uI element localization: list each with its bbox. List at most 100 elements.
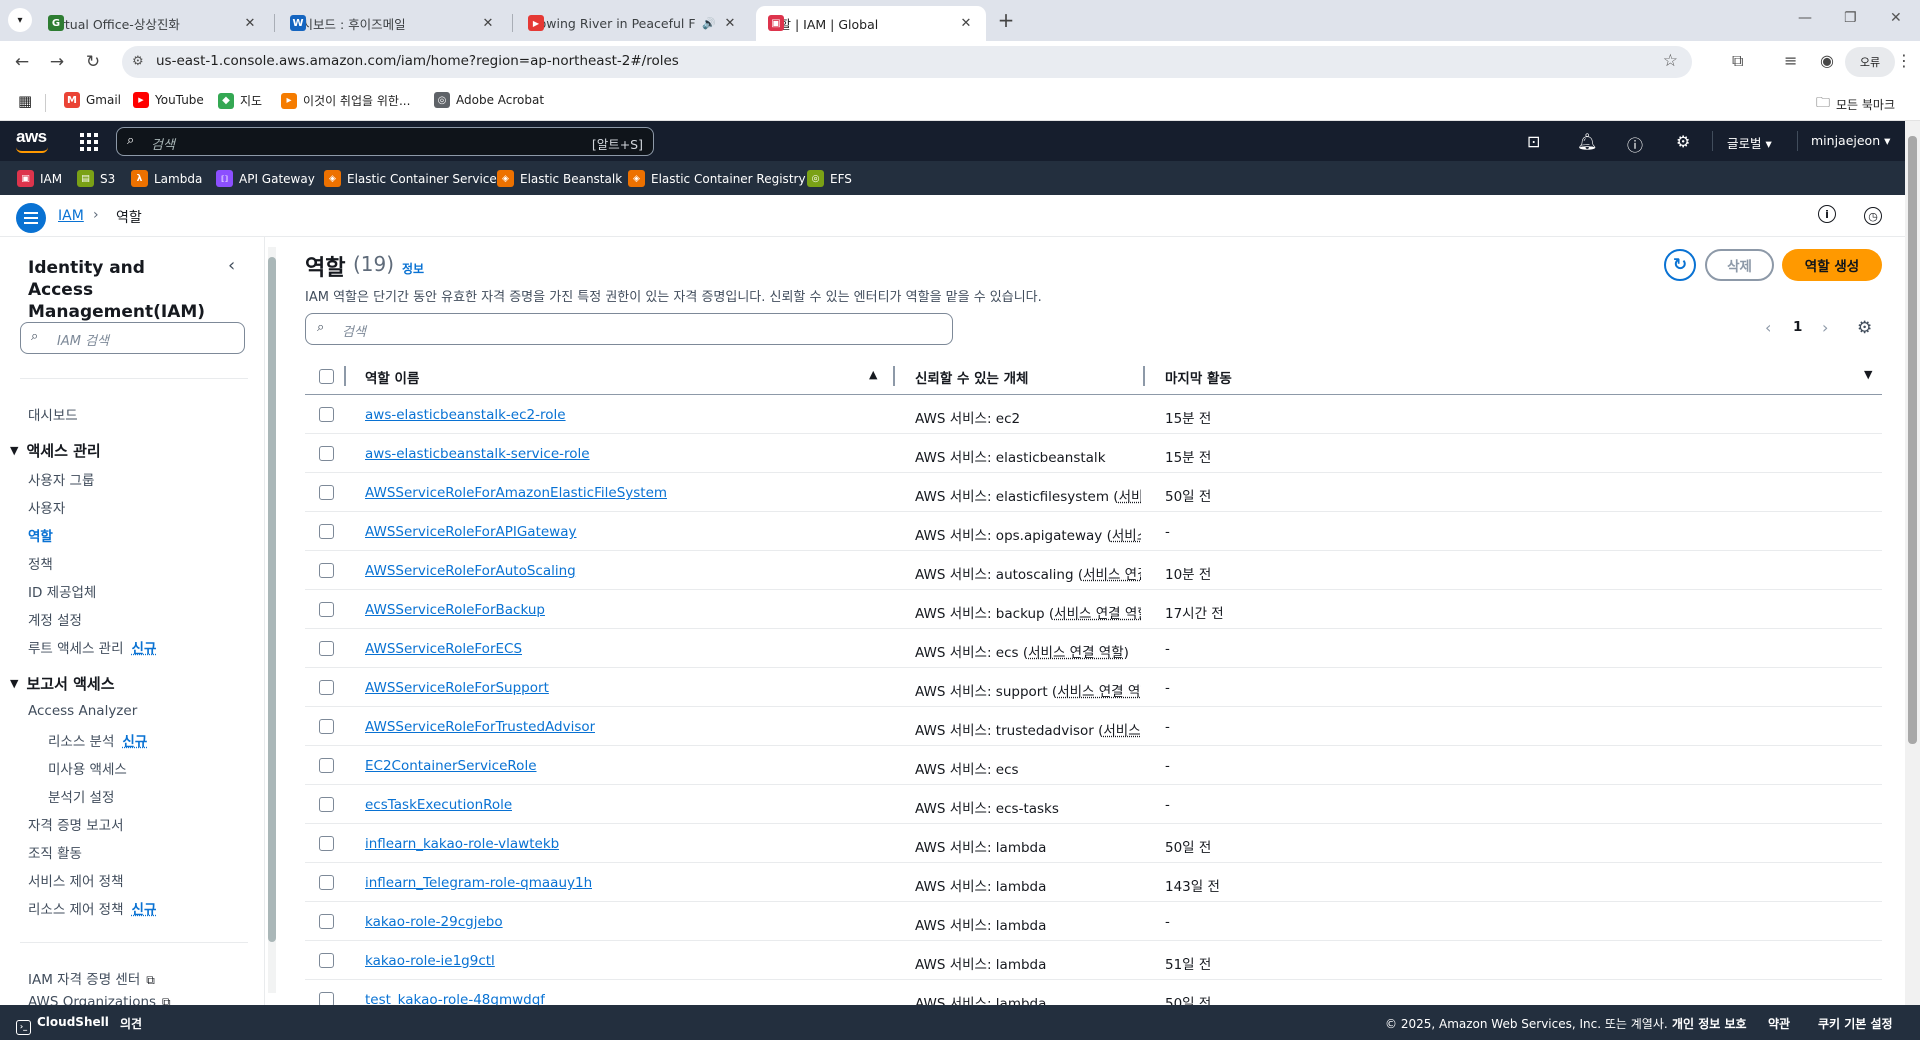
sidebar-section-access[interactable]: ▼ 액세스 관리 [10,440,101,461]
services-grid-icon[interactable] [80,133,98,151]
cloudshell-icon[interactable]: ⊡ [1527,132,1540,151]
bookmark-youtube[interactable]: ▶ YouTube [133,92,204,108]
sidebar-item-rcp[interactable]: 리소스 제어 정책 신규 [28,898,156,918]
aws-logo[interactable]: aws [16,127,47,147]
sidebar-item-organizations[interactable]: AWS Organizations ⧉ [28,994,171,1005]
recent-activity-icon[interactable]: ◷ [1864,207,1882,225]
breadcrumb-iam-link[interactable]: IAM [58,208,84,224]
tab-search-dropdown-icon[interactable]: ▾ [8,8,32,32]
favorite-beanstalk[interactable]: ◈ Elastic Beanstalk [497,170,622,187]
roles-search-input[interactable]: ⌕ 검색 [305,313,953,345]
favorite-iam[interactable]: ▣ IAM [17,170,62,187]
favorite-s3[interactable]: ▤ S3 [77,170,115,187]
sidebar-item-root-access[interactable]: 루트 액세스 관리 신규 [28,637,156,657]
row-checkbox[interactable] [319,836,334,851]
tab-close-icon[interactable]: ✕ [480,16,496,32]
window-close-icon[interactable]: ✕ [1890,10,1902,26]
table-preferences-icon[interactable]: ⚙ [1857,318,1872,338]
all-bookmarks[interactable]: 🗀 모든 북마크 [1816,92,1895,116]
back-icon[interactable]: ← [11,51,33,73]
row-checkbox[interactable] [319,485,334,500]
column-header-trusted-entity[interactable]: 신뢰할 수 있는 개체 [915,367,1028,387]
media-icon[interactable]: ≡ [1784,51,1797,70]
favorite-efs[interactable]: ◎ EFS [807,170,852,187]
row-checkbox[interactable] [319,407,334,422]
bookmark-star-icon[interactable]: ☆ [1663,51,1678,71]
role-name-link[interactable]: AWSServiceRoleForAmazonElasticFileSystem [365,485,667,501]
role-name-link[interactable]: AWSServiceRoleForECS [365,641,522,657]
column-header-role-name[interactable]: 역할 이름 [365,367,419,387]
sidebar-item-account-settings[interactable]: 계정 설정 [28,609,82,629]
refresh-button[interactable]: ↻ [1664,249,1696,281]
sidebar-search-input[interactable]: ⌕ IAM 검색 [20,322,245,354]
profile-icon[interactable]: ◉ [1820,51,1834,70]
bookmark-folder[interactable]: ▸ 이것이 취업을 위한... [281,92,410,109]
browser-tab-active[interactable]: ▣ 역할 | IAM | Global ✕ [756,6,986,41]
role-name-link[interactable]: AWSServiceRoleForTrustedAdvisor [365,719,595,735]
sidebar-scrollbar-thumb[interactable] [268,257,276,942]
extensions-icon[interactable]: ⧉ [1732,51,1743,71]
role-name-link[interactable]: kakao-role-ie1g9ctl [365,953,495,969]
aws-search-input[interactable]: ⌕ 검색 [알트+S] [116,127,654,156]
forward-icon[interactable]: → [46,51,68,73]
role-name-link[interactable]: AWSServiceRoleForAutoScaling [365,563,576,579]
sidebar-item-scp[interactable]: 서비스 제어 정책 [28,870,124,890]
sidebar-item-dashboard[interactable]: 대시보드 [28,404,78,424]
sort-dropdown-icon[interactable]: ▼ [1864,368,1872,381]
settings-gear-icon[interactable]: ⚙ [1676,132,1690,151]
apps-grid-icon[interactable]: ▦ [18,92,32,110]
browser-menu-icon[interactable]: ⋮ [1896,51,1912,70]
create-role-button[interactable]: 역할 생성 [1782,249,1882,281]
role-name-link[interactable]: EC2ContainerServiceRole [365,758,537,774]
row-checkbox[interactable] [319,524,334,539]
page-number[interactable]: 1 [1793,319,1802,335]
row-checkbox[interactable] [319,719,334,734]
bookmark-maps[interactable]: ◆ 지도 [218,92,262,109]
help-icon[interactable]: ⓘ [1627,132,1643,156]
role-name-link[interactable]: inflearn_Telegram-role-qmaauy1h [365,875,592,891]
favorite-ecs[interactable]: ◈ Elastic Container Service [324,170,497,187]
minimize-icon[interactable]: — [1798,10,1812,26]
service-linked-role-label[interactable]: 서비스 [1119,489,1141,505]
sidebar-item-user-groups[interactable]: 사용자 그룹 [28,469,94,489]
site-info-icon[interactable]: ⚙ [132,54,144,69]
next-page-icon[interactable]: › [1822,318,1828,337]
sidebar-item-identity-providers[interactable]: ID 제공업체 [28,581,96,601]
service-linked-role-label[interactable]: 서비스 연 [1112,528,1141,544]
select-all-checkbox[interactable] [319,369,334,384]
cloudshell-button[interactable]: ›_ CloudShell [16,1015,109,1035]
prev-page-icon[interactable]: ‹ [1765,318,1771,337]
row-checkbox[interactable] [319,446,334,461]
service-linked-role-label[interactable]: 서비스 연결 역할 [1054,606,1141,622]
service-linked-role-label[interactable]: 서비스 연 [1103,723,1141,739]
browser-tab[interactable]: ▶ Flowing River in Peaceful F 🔊 ✕ [516,6,750,41]
sidebar-item-org-activity[interactable]: 조직 활동 [28,842,82,862]
speaker-icon[interactable]: 🔊 [702,17,716,30]
role-name-link[interactable]: ecsTaskExecutionRole [365,797,512,813]
sidebar-item-access-analyzer[interactable]: Access Analyzer [28,703,137,719]
tab-close-icon[interactable]: ✕ [958,16,974,32]
role-name-link[interactable]: AWSServiceRoleForAPIGateway [365,524,577,540]
favorite-lambda[interactable]: λ Lambda [131,170,202,187]
row-checkbox[interactable] [319,875,334,890]
bookmark-acrobat[interactable]: ◎ Adobe Acrobat [434,92,544,108]
bookmark-gmail[interactable]: M Gmail [64,92,121,108]
address-bar[interactable]: ⚙ us-east-1.console.aws.amazon.com/iam/h… [122,46,1692,78]
sidebar-item-analyzer-settings[interactable]: 분석기 설정 [48,786,114,806]
tab-close-icon[interactable]: ✕ [242,16,258,32]
sidebar-item-roles[interactable]: 역할 [28,525,53,545]
sidebar-collapse-icon[interactable]: ‹ [228,255,235,276]
error-pill[interactable]: 오류 [1845,47,1895,77]
role-name-link[interactable]: aws-elasticbeanstalk-ec2-role [365,407,566,423]
row-checkbox[interactable] [319,953,334,968]
column-header-last-activity[interactable]: 마지막 활동 [1165,367,1232,387]
favorite-ecr[interactable]: ◈ Elastic Container Registry [628,170,806,187]
restore-icon[interactable]: ❐ [1844,10,1857,26]
terms-link[interactable]: 약관 [1768,1015,1790,1032]
sidebar-item-users[interactable]: 사용자 [28,497,65,517]
cookie-preferences-link[interactable]: 쿠키 기본 설정 [1818,1015,1893,1032]
sidebar-item-resource-analysis[interactable]: 리소스 분석 신규 [48,730,147,750]
row-checkbox[interactable] [319,680,334,695]
sidebar-item-unused-access[interactable]: 미사용 액세스 [48,758,127,778]
sidebar-section-reports[interactable]: ▼ 보고서 액세스 [10,673,115,694]
